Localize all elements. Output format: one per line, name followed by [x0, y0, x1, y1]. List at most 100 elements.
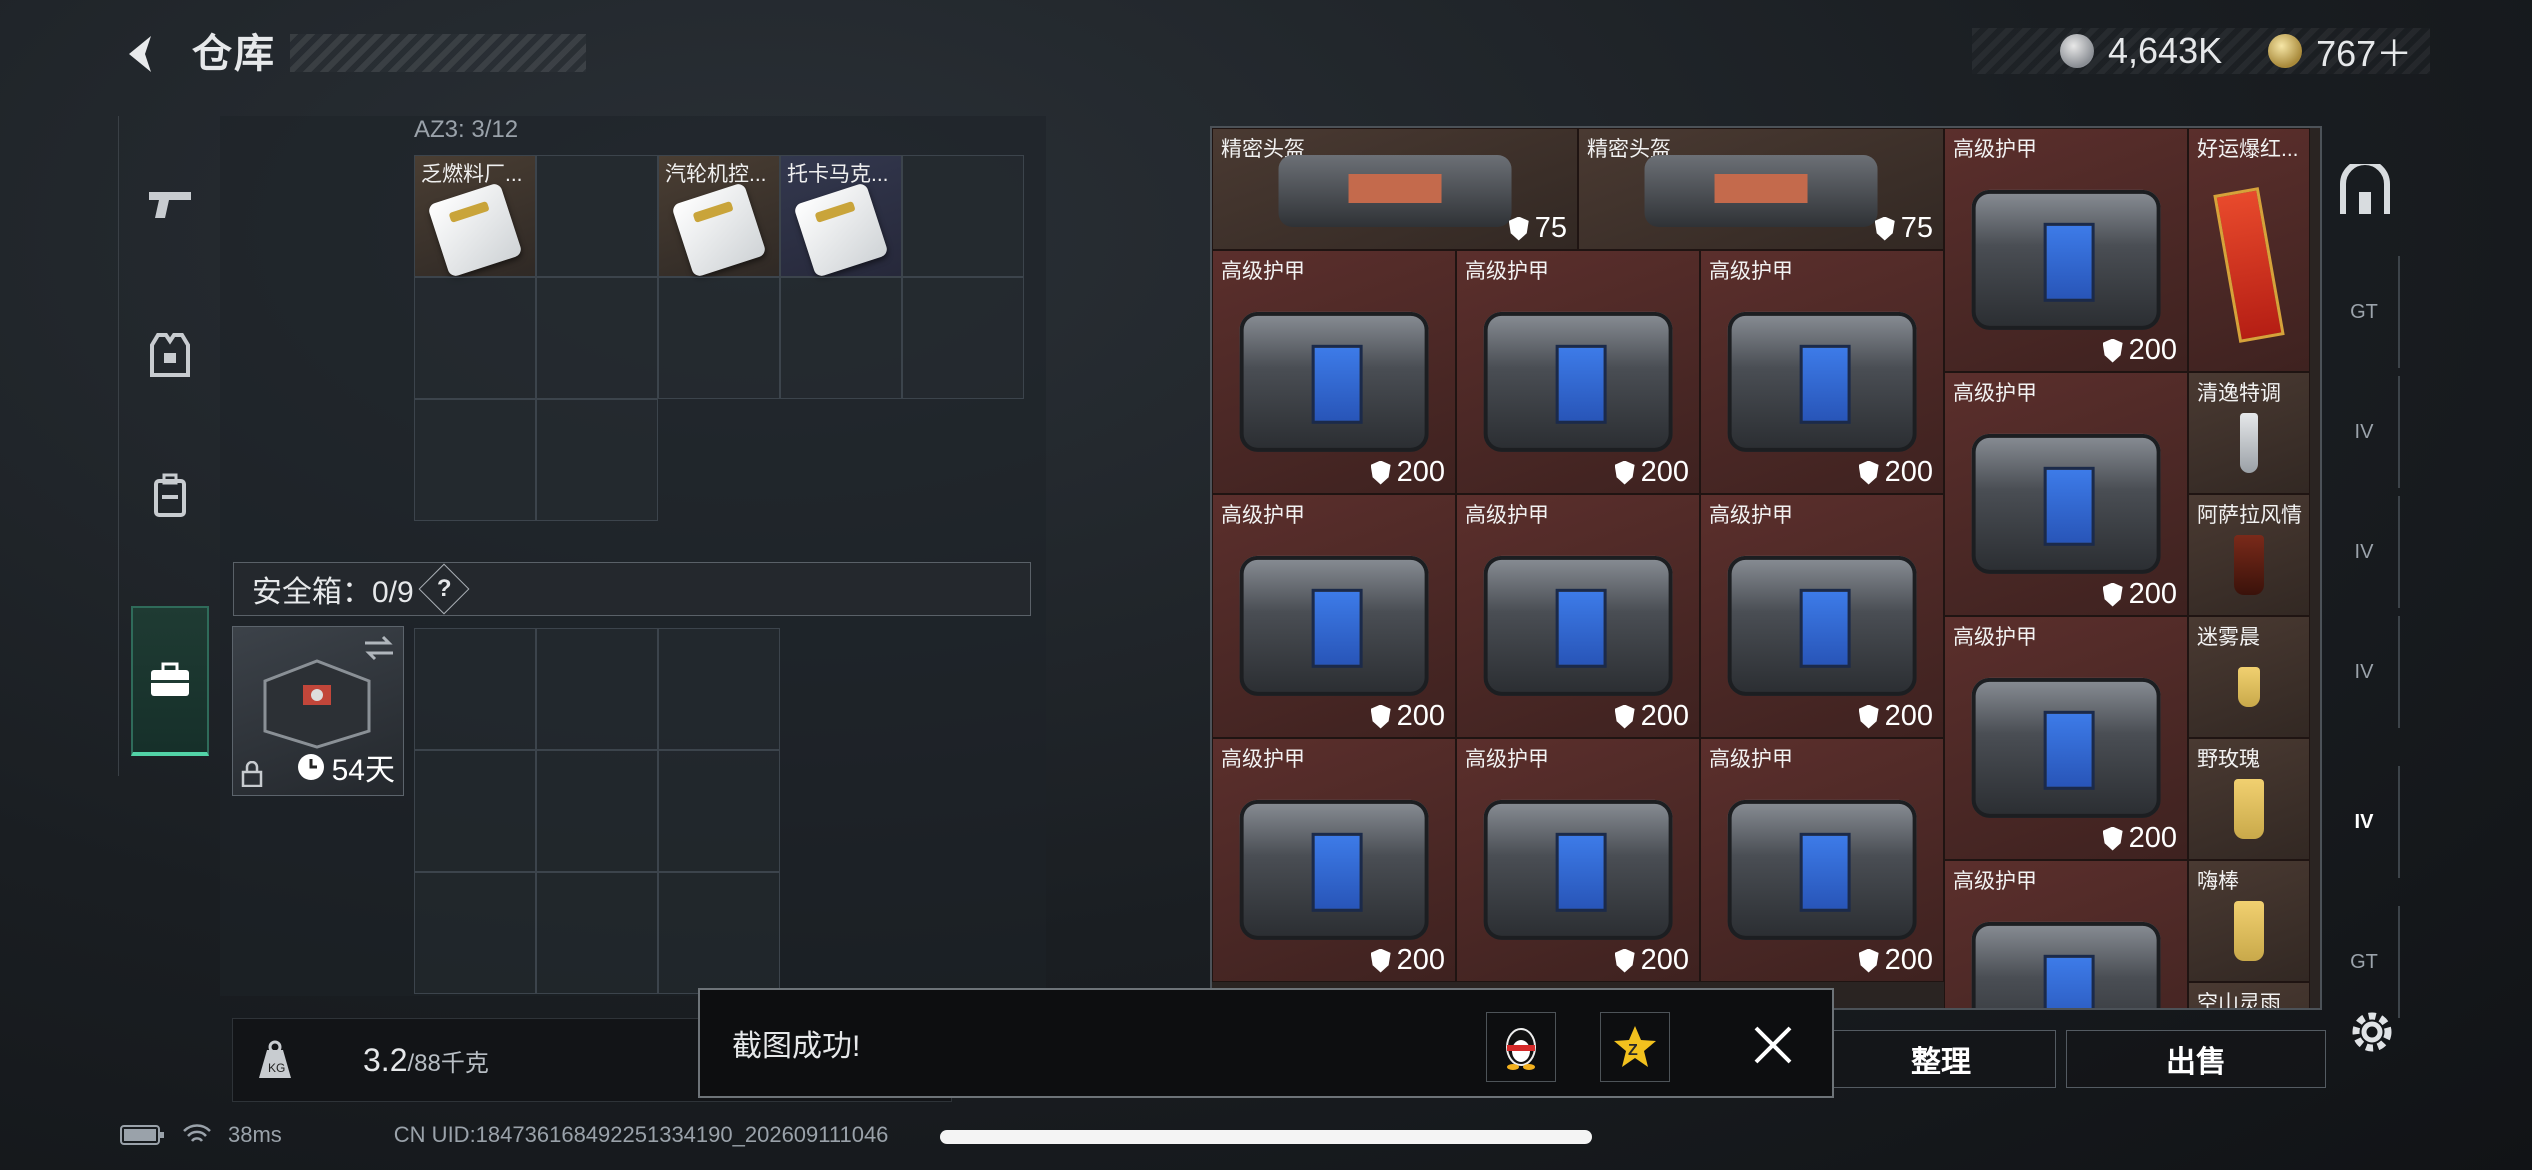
stash-item-armor[interactable]: 高级护甲 200 [1944, 372, 2188, 616]
backpack-item[interactable]: 乏燃料厂... [414, 155, 536, 278]
silver-amount: 4,643K [2108, 30, 2223, 71]
tab-stash-4[interactable]: IV [2330, 616, 2400, 728]
stash-item-drink[interactable]: 迷雾晨 [2188, 616, 2310, 738]
status-bar: 38ms CN UID:1847361684922513341​90_20260… [120, 1122, 888, 1148]
stash-item-armor[interactable]: 高级护甲 200 [1456, 494, 1700, 738]
backpack-grid-extra[interactable] [414, 399, 658, 521]
sort-button[interactable]: 整理 [1826, 1030, 2056, 1088]
safe-duration: 54天 [296, 745, 395, 789]
help-button[interactable]: ? [418, 563, 470, 615]
empty-slot[interactable] [536, 155, 658, 277]
empty-slot[interactable] [902, 277, 1024, 399]
toast-message: 截图成功! [732, 1030, 861, 1063]
durability-icon [1370, 948, 1391, 973]
stash-item-helmet[interactable]: 精密头盔 75 [1578, 128, 1944, 250]
backpack-grid[interactable]: 乏燃料厂... 汽轮机控... 托卡马克... [414, 155, 1024, 399]
armor-icon [1239, 799, 1429, 940]
stash-item-drink[interactable]: 嗨棒 [2188, 860, 2310, 982]
stash-item-armor[interactable]: 高级护甲 200 [1212, 494, 1456, 738]
stash-item-drink[interactable]: 空山灵雨 [2188, 982, 2310, 1008]
stash-item-armor[interactable]: 高级护甲 200 [1212, 738, 1456, 982]
backpack-item[interactable]: 托卡马克... [780, 155, 902, 278]
sell-button[interactable]: 出售 [2066, 1030, 2326, 1088]
armor-icon [1483, 311, 1673, 452]
empty-slot[interactable] [658, 872, 780, 994]
tab-stash-6[interactable]: GT [2330, 906, 2400, 1018]
empty-slot[interactable] [536, 628, 658, 750]
empty-slot[interactable] [780, 277, 902, 399]
share-qq-button[interactable] [1486, 1012, 1556, 1082]
empty-slot[interactable] [414, 277, 536, 399]
stash-item-armor[interactable]: 高级护甲 200 [1456, 250, 1700, 494]
tab-stash-2[interactable]: IV [2330, 376, 2400, 488]
empty-slot[interactable] [658, 750, 780, 872]
empty-slot[interactable] [414, 628, 536, 750]
durability-icon [1858, 704, 1879, 729]
armor-icon [1971, 189, 2161, 330]
backpack-item[interactable]: 汽轮机控... [658, 155, 780, 278]
safe-case-icon [263, 659, 371, 749]
glass-icon [2238, 666, 2260, 707]
glass-icon [2234, 900, 2264, 961]
stash-item-armor[interactable]: 高级护甲 200 [1456, 738, 1700, 982]
rail-safe-box[interactable] [131, 606, 209, 756]
gold-amount: 767＋ [2316, 33, 2413, 74]
rail-vest[interactable] [131, 280, 209, 430]
swap-icon[interactable] [363, 635, 395, 661]
stash-item-armor[interactable]: 高级护甲 200 [1700, 250, 1944, 494]
screenshot-toast: 截图成功! Z [698, 988, 1834, 1098]
stash-item-armor[interactable]: 高级护甲 200 [1700, 738, 1944, 982]
star-icon: Z [1614, 1026, 1656, 1067]
empty-slot[interactable] [536, 872, 658, 994]
helmet-icon [1278, 155, 1512, 228]
armor-icon [1239, 311, 1429, 452]
pistol-icon [149, 192, 191, 218]
stash-grid[interactable]: 精密头盔 75 精密头盔 75 高级护甲 200 高级护甲 200 高级护甲 200 … [1210, 126, 2322, 1010]
back-button[interactable] [118, 26, 168, 82]
glass-icon [2240, 412, 2258, 473]
stash-item-armor[interactable]: 高级护甲 200 [1700, 494, 1944, 738]
safe-box-title: 安全箱：0/9 [252, 576, 414, 609]
settings-button[interactable] [2344, 1004, 2400, 1060]
share-qzone-button[interactable]: Z [1600, 1012, 1670, 1082]
stash-item-drink[interactable]: 清逸特调 [2188, 372, 2310, 494]
durability-icon [1858, 948, 1879, 973]
durability-icon [1874, 216, 1895, 241]
empty-slot[interactable] [658, 277, 780, 399]
user-uid: CN UID:1847361684922513341​90_2026091110… [393, 1122, 889, 1147]
empty-slot[interactable] [536, 399, 658, 521]
stash-item-armor[interactable]: 高级护甲 200 [1944, 616, 2188, 860]
tab-stash-1[interactable]: GT [2330, 256, 2400, 368]
empty-slot[interactable] [658, 628, 780, 750]
empty-slot[interactable] [414, 750, 536, 872]
armor-icon [1971, 433, 2161, 574]
empty-slot[interactable] [536, 277, 658, 399]
tab-stash-3[interactable]: IV [2330, 496, 2400, 608]
tab-stash-add[interactable]: IV [2330, 766, 2400, 878]
stash-item-firecracker[interactable]: 好运爆红... [2188, 128, 2310, 372]
penguin-icon [1506, 1028, 1536, 1070]
stash-item-armor[interactable]: 高级护甲 200 [1212, 250, 1456, 494]
stash-tabs: GT IV IV IV IV GT [2330, 126, 2412, 1026]
rail-backpack[interactable] [131, 420, 209, 570]
stash-item-armor[interactable]: 高级护甲 200 [1944, 128, 2188, 372]
close-button[interactable] [1748, 1020, 1798, 1070]
stash-item-drink[interactable]: 阿萨拉风情 [2188, 494, 2310, 616]
tab-home[interactable] [2330, 142, 2400, 242]
stash-item-armor[interactable]: 高级护甲 [1944, 860, 2188, 1008]
empty-slot[interactable] [536, 750, 658, 872]
empty-slot[interactable] [414, 399, 536, 521]
empty-slot[interactable] [902, 155, 1024, 277]
currency-bar: 4,643K 767＋ [1972, 28, 2430, 74]
safe-box-grid[interactable] [414, 628, 780, 994]
safe-box-header: 安全箱：0/9 ? [233, 562, 1031, 616]
stash-item-drink[interactable]: 野玫瑰 [2188, 738, 2310, 860]
gold-coin-icon [2268, 34, 2303, 68]
stash-item-helmet[interactable]: 精密头盔 75 [1212, 128, 1578, 250]
durability-icon [2102, 826, 2123, 851]
safe-box-item[interactable]: 54天 [232, 626, 404, 796]
home-indicator[interactable] [940, 1130, 1592, 1144]
rail-weapons[interactable] [131, 130, 209, 280]
empty-slot[interactable] [414, 872, 536, 994]
keycard-icon [427, 182, 523, 278]
